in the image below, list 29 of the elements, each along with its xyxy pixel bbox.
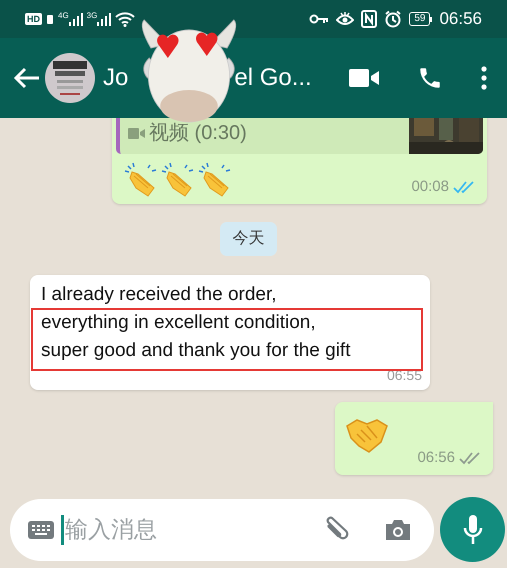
signal-icon <box>68 12 83 26</box>
microphone-icon[interactable] <box>462 514 484 546</box>
message-time: 06:56 <box>417 448 455 468</box>
camera-icon[interactable] <box>384 518 412 542</box>
video-call-button[interactable] <box>349 69 379 87</box>
eye-icon <box>336 11 354 27</box>
clock-time: 06:56 <box>439 8 482 30</box>
date-chip: 今天 <box>220 222 277 256</box>
nfc-icon <box>361 10 378 28</box>
contact-name: el Go... <box>234 63 312 93</box>
message-time: 00:08 <box>411 176 449 196</box>
message-text: I already received the order, everything in excellent condition, super good and thank you for the gift <box>41 283 352 363</box>
contact-name: Jo <box>103 63 128 93</box>
network-label: 4G <box>58 12 69 20</box>
message-input-field[interactable]: 输入消息 <box>65 512 320 547</box>
network-label: 3G <box>86 12 98 20</box>
signal-icon <box>97 12 112 26</box>
video-icon <box>128 128 145 138</box>
wifi-icon <box>115 11 136 27</box>
message-composer-field[interactable]: 输入消息 <box>10 498 434 560</box>
keyboard-icon[interactable] <box>28 520 54 538</box>
quoted-message[interactable]: 视频 (0:30) <box>116 118 483 154</box>
sim-icon <box>46 14 54 24</box>
menu-button[interactable] <box>481 66 487 90</box>
quoted-text: 视频 (0:30) <box>149 121 247 146</box>
hd-badge: HD <box>25 13 42 25</box>
alarm-icon <box>384 10 402 28</box>
key-icon <box>309 13 330 25</box>
battery-indicator: 59 <box>409 12 430 26</box>
